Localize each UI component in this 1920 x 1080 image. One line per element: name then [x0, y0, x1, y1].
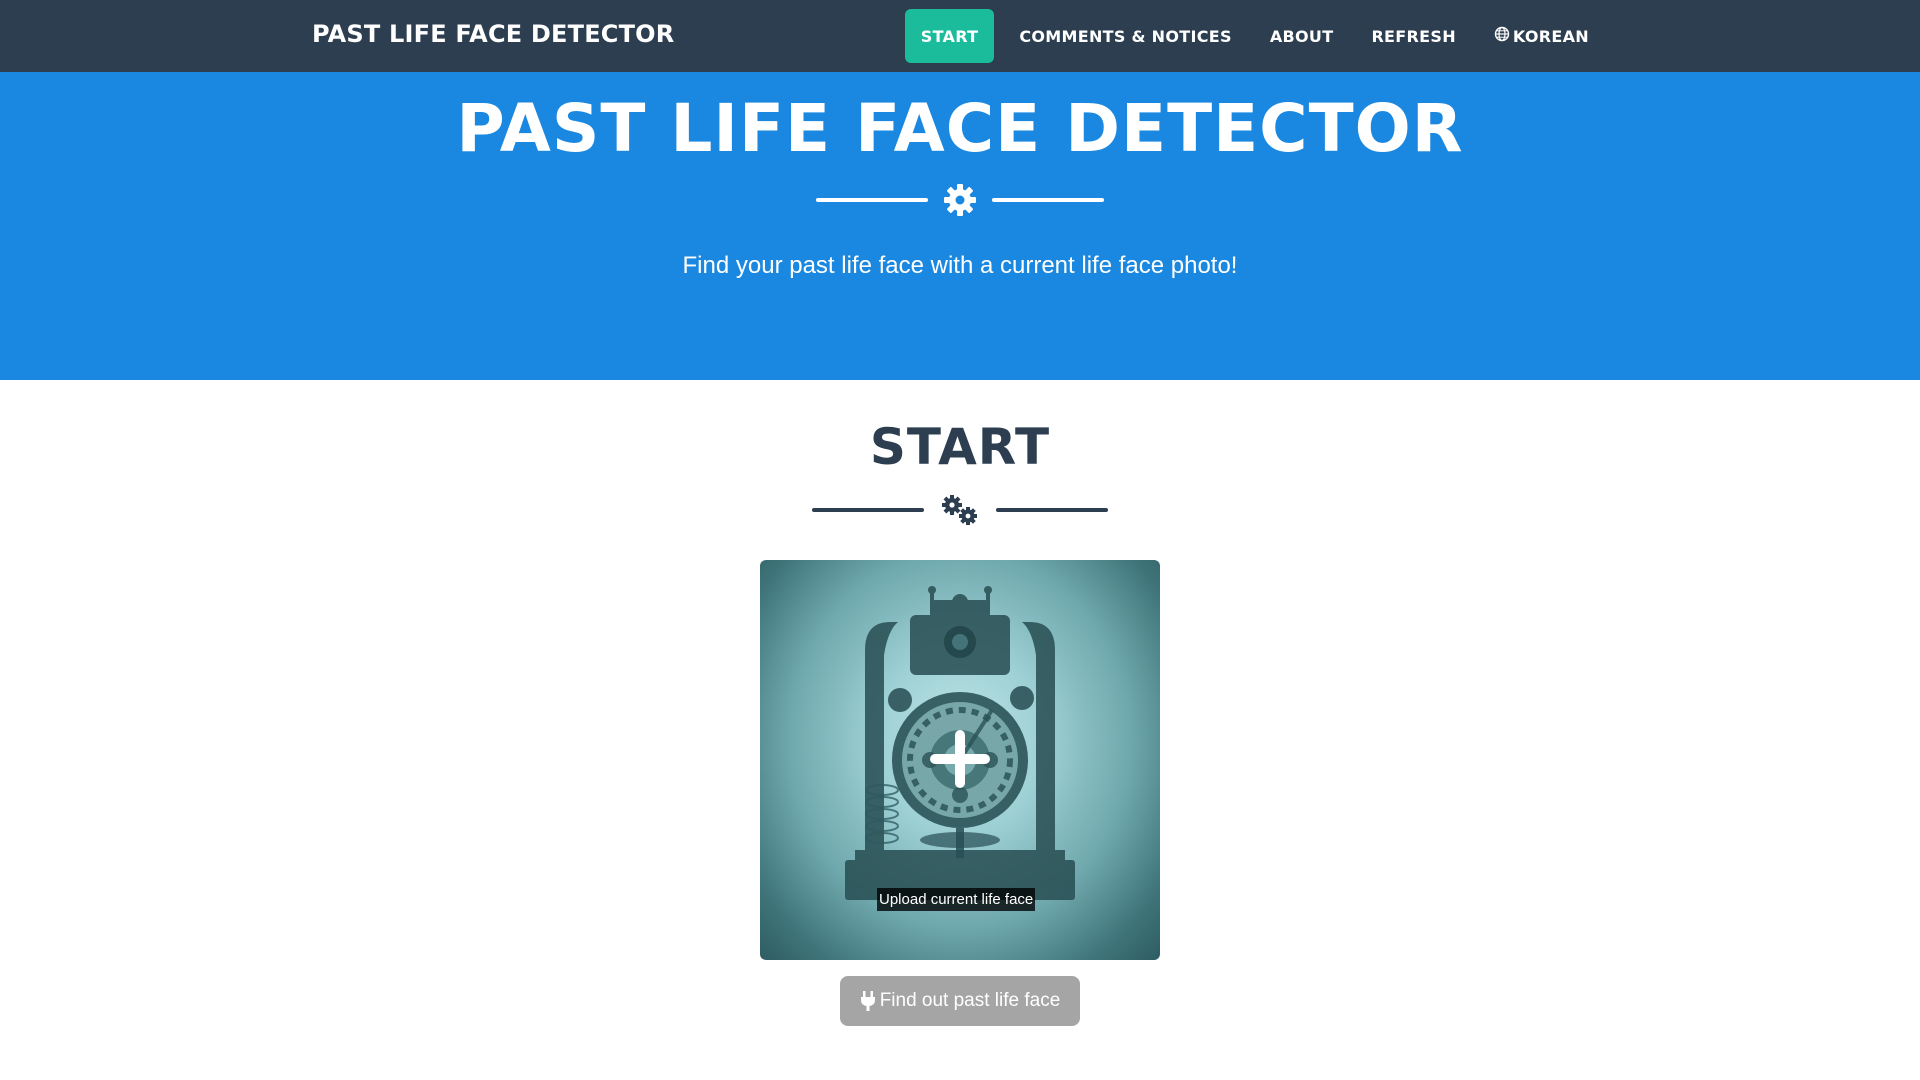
masthead-subtitle: Find your past life face with a current …	[682, 252, 1238, 279]
nav-item-label: ABOUT	[1269, 26, 1334, 46]
nav-item-comments-notices[interactable]: COMMENTS & NOTICES	[1000, 9, 1251, 63]
start-divider	[0, 492, 1920, 528]
find-past-life-button[interactable]: Find out past life face	[840, 976, 1080, 1026]
find-button-label: Find out past life face	[879, 990, 1061, 1011]
nav-item-label: KOREAN	[1512, 26, 1589, 46]
masthead-divider	[0, 182, 1920, 218]
masthead-title: PAST LIFE FACE DETECTOR	[456, 90, 1464, 167]
divider-line	[812, 508, 924, 512]
nav-item-about[interactable]: ABOUT	[1251, 9, 1353, 63]
navbar: PAST LIFE FACE DETECTOR START COMMENTS &…	[0, 0, 1920, 72]
nav-item-label: START	[920, 26, 979, 46]
globe-icon	[1494, 26, 1510, 46]
nav-item-label: REFRESH	[1371, 26, 1456, 46]
start-section-title: START	[869, 418, 1051, 476]
plug-icon	[860, 990, 876, 1012]
nav-menu: START COMMENTS & NOTICES ABOUT REFRESH K…	[904, 9, 1608, 63]
divider-line	[816, 198, 928, 202]
nav-item-label: COMMENTS & NOTICES	[1019, 26, 1232, 46]
nav-item-language[interactable]: KOREAN	[1475, 9, 1608, 63]
divider-line	[996, 508, 1108, 512]
gear-icon	[942, 182, 978, 218]
upload-label: Upload current life face	[877, 888, 1036, 911]
masthead: PAST LIFE FACE DETECTOR Find your past l…	[0, 72, 1920, 380]
nav-item-refresh[interactable]: REFRESH	[1352, 9, 1474, 63]
gears-icon	[938, 492, 982, 528]
nav-item-start[interactable]: START	[904, 9, 995, 63]
divider-line	[992, 198, 1104, 202]
brand-logo[interactable]: PAST LIFE FACE DETECTOR	[312, 20, 674, 48]
upload-photo-area[interactable]: Upload current life face	[760, 560, 1160, 960]
